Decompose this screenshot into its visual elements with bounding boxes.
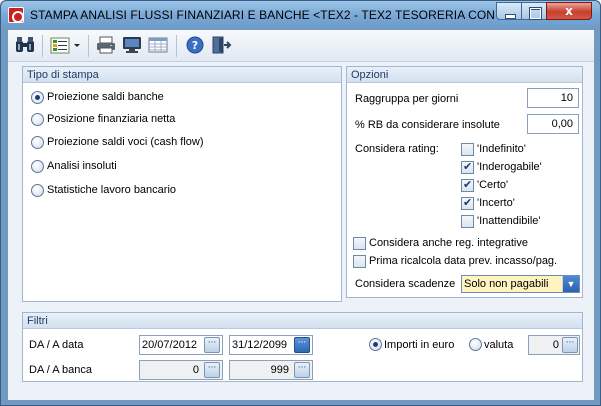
rb-insolute-label: % RB da considerare insolute xyxy=(355,119,500,131)
svg-text:?: ? xyxy=(192,39,198,52)
integrative-checkbox[interactable] xyxy=(353,237,366,250)
maximize-button[interactable] xyxy=(521,2,547,20)
raggruppa-label: Raggruppa per giorni xyxy=(355,93,459,105)
rating-label-item: 'Certo' xyxy=(477,179,509,191)
scadenze-value: Solo non pagabili xyxy=(462,276,563,292)
banca-from-lookup-button[interactable]: ··· xyxy=(204,362,220,378)
rating-indefinito-checkbox[interactable] xyxy=(461,143,474,156)
chevron-down-icon[interactable]: ▼ xyxy=(563,276,579,292)
rating-incerto-checkbox[interactable] xyxy=(461,196,474,210)
tipo-stampa-panel: Tipo di stampa Proiezione saldi banche P… xyxy=(22,66,342,302)
grid-icon[interactable] xyxy=(147,35,171,57)
radio-importi-euro[interactable] xyxy=(369,338,382,351)
window-title: STAMPA ANALISI FLUSSI FINANZIARI E BANCH… xyxy=(30,8,515,22)
valuta-label: valuta xyxy=(484,339,514,351)
data-from-lookup-button[interactable]: ··· xyxy=(204,337,220,353)
printer-icon[interactable] xyxy=(95,35,119,57)
radio-valuta[interactable] xyxy=(469,338,482,351)
option-label: Statistiche lavoro bancario xyxy=(47,184,177,196)
ricalcola-checkbox[interactable] xyxy=(353,255,366,268)
radio-proiezione-saldi-voci[interactable] xyxy=(31,136,44,149)
minimize-button[interactable] xyxy=(496,2,522,20)
main-window: STAMPA ANALISI FLUSSI FINANZIARI E BANCH… xyxy=(0,0,601,406)
banca-to-lookup-button[interactable]: ··· xyxy=(294,362,310,378)
option-label: Analisi insoluti xyxy=(47,160,117,172)
radio-posizione-finanziaria-netta[interactable] xyxy=(31,113,44,126)
binoculars-icon[interactable] xyxy=(14,35,38,57)
opzioni-header: Opzioni xyxy=(347,67,582,83)
close-button[interactable]: x xyxy=(546,2,592,20)
scadenze-label: Considera scadenze xyxy=(355,278,456,290)
rating-inderogabile-checkbox[interactable] xyxy=(461,160,474,174)
data-to-lookup-button[interactable]: ··· xyxy=(294,337,310,353)
opzioni-panel: Opzioni Raggruppa per giorni 10 % RB da … xyxy=(346,66,583,298)
list-dropdown-icon[interactable] xyxy=(49,35,83,57)
filtri-panel: Filtri DA / A data 20/07/2012 ··· 31/12/… xyxy=(22,312,583,382)
banca-range-label: DA / A banca xyxy=(29,364,92,376)
ricalcola-label: Prima ricalcola data prev. incasso/pag. xyxy=(369,255,558,267)
tipo-stampa-header: Tipo di stampa xyxy=(23,67,341,83)
help-icon[interactable]: ? xyxy=(184,35,208,57)
rating-inattendibile-checkbox[interactable] xyxy=(461,215,474,228)
filtri-header: Filtri xyxy=(23,313,582,329)
toolbar-separator xyxy=(88,35,89,57)
option-label: Proiezione saldi banche xyxy=(47,91,164,103)
data-range-label: DA / A data xyxy=(29,339,84,351)
title-bar[interactable]: STAMPA ANALISI FLUSSI FINANZIARI E BANCH… xyxy=(1,1,600,29)
radio-analisi-insoluti[interactable] xyxy=(31,160,44,173)
rating-label: Considera rating: xyxy=(355,143,439,155)
toolbar: ? xyxy=(8,30,594,62)
radio-statistiche-lavoro-bancario[interactable] xyxy=(31,184,44,197)
rating-label-item: 'Inderogabile' xyxy=(477,161,542,173)
rb-insolute-input[interactable]: 0,00 xyxy=(527,114,579,134)
toolbar-separator xyxy=(176,35,177,57)
integrative-label: Considera anche reg. integrative xyxy=(369,237,528,249)
monitor-icon[interactable] xyxy=(121,35,145,57)
raggruppa-giorni-input[interactable]: 10 xyxy=(527,88,579,108)
option-label: Proiezione saldi voci (cash flow) xyxy=(47,136,204,148)
rating-label-item: 'Inattendibile' xyxy=(477,215,541,227)
rating-certo-checkbox[interactable] xyxy=(461,178,474,192)
app-icon xyxy=(8,7,24,23)
valuta-lookup-button[interactable]: ··· xyxy=(562,337,578,353)
toolbar-separator xyxy=(42,35,43,57)
client-area: ? Tipo di stampa Proiezione saldi banche… xyxy=(7,29,595,401)
rating-label-item: 'Indefinito' xyxy=(477,143,526,155)
exit-icon[interactable] xyxy=(210,35,234,57)
scadenze-select[interactable]: Solo non pagabili ▼ xyxy=(461,275,580,293)
importi-euro-label: Importi in euro xyxy=(384,339,455,351)
option-label: Posizione finanziaria netta xyxy=(47,113,176,125)
rating-label-item: 'Incerto' xyxy=(477,197,515,209)
radio-proiezione-saldi-banche[interactable] xyxy=(31,91,44,104)
close-icon: x xyxy=(565,4,573,18)
